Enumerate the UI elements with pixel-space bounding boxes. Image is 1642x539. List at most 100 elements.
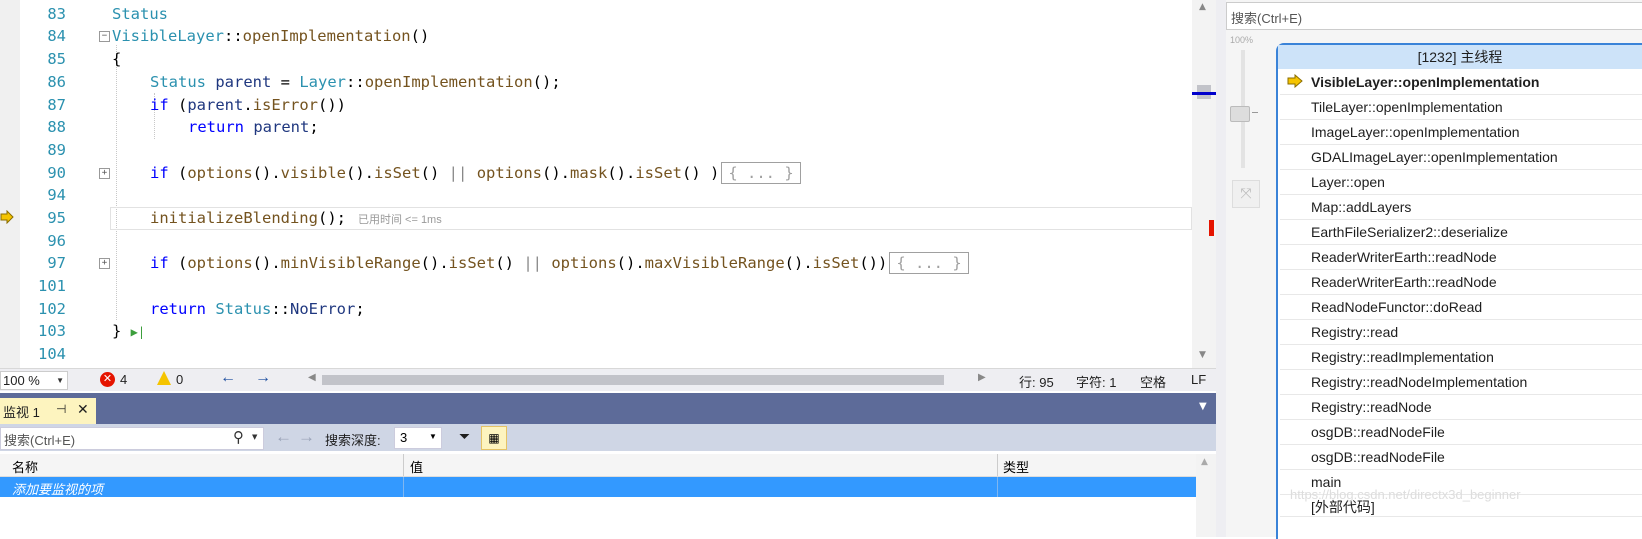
- previous-issue-arrow-icon[interactable]: ←: [220, 369, 236, 387]
- stack-frame[interactable]: osgDB::readNodeFile: [1280, 445, 1642, 470]
- line-number: 94: [47, 186, 66, 204]
- zoom-to-fit-icon[interactable]: ⤧: [1232, 180, 1260, 208]
- char-indicator[interactable]: 字符: 1: [1076, 372, 1116, 391]
- zoom-dropdown[interactable]: 100 % ▼: [0, 371, 68, 390]
- fold-expand-icon[interactable]: +: [99, 258, 110, 269]
- stack-frame[interactable]: EarthFileSerializer2::deserialize: [1280, 220, 1642, 245]
- stack-frame[interactable]: ReadNodeFunctor::doRead: [1280, 295, 1642, 320]
- line-number: 101: [38, 277, 66, 295]
- column-header-name[interactable]: 名称: [12, 457, 38, 476]
- code-line[interactable]: if (parent.isError()): [150, 94, 346, 117]
- code-line[interactable]: return parent;: [188, 116, 319, 139]
- line-number: 95: [47, 209, 66, 227]
- code-line[interactable]: Status parent = Layer::openImplementatio…: [150, 71, 561, 94]
- line-number: 96: [47, 232, 66, 250]
- error-marker[interactable]: [1209, 220, 1214, 236]
- search-back-arrow-icon[interactable]: ←: [275, 427, 292, 447]
- watch-empty-area[interactable]: [0, 497, 1196, 537]
- stack-frame[interactable]: Registry::readNode: [1280, 395, 1642, 420]
- stack-frame[interactable]: Registry::read: [1280, 320, 1642, 345]
- line-number: 90: [47, 164, 66, 182]
- watch-vertical-scrollbar[interactable]: ▲: [1196, 454, 1216, 537]
- zoom-slider[interactable]: 100% ⤧: [1230, 32, 1262, 232]
- panel-menu-chevron-icon[interactable]: ▼: [1199, 401, 1207, 412]
- close-icon[interactable]: ✕: [77, 401, 89, 418]
- column-divider: [403, 477, 404, 497]
- next-issue-arrow-icon[interactable]: →: [255, 369, 271, 387]
- code-line[interactable]: if (options().minVisibleRange().isSet() …: [150, 252, 969, 275]
- scroll-left-arrow-icon[interactable]: ◀: [308, 372, 316, 383]
- fold-expand-icon[interactable]: +: [99, 168, 110, 179]
- collapsed-block[interactable]: { ... }: [721, 162, 801, 184]
- fold-collapse-icon[interactable]: −: [99, 31, 110, 42]
- column-header-type[interactable]: 类型: [1003, 457, 1029, 476]
- stack-frame[interactable]: Registry::readNodeImplementation: [1280, 370, 1642, 395]
- search-icon[interactable]: ⚲: [233, 428, 244, 446]
- code-line[interactable]: Status: [112, 3, 168, 26]
- warning-count[interactable]: 0: [176, 372, 183, 387]
- column-header-value[interactable]: 值: [410, 457, 423, 476]
- search-depth-dropdown[interactable]: 3 ▼: [394, 427, 442, 449]
- code-line[interactable]: VisibleLayer::openImplementation(): [112, 25, 429, 48]
- caret-position-marker: [1192, 92, 1216, 95]
- stack-frame[interactable]: Layer::open: [1280, 170, 1642, 195]
- stack-frame[interactable]: ImageLayer::openImplementation: [1280, 120, 1642, 145]
- tab-watch-1[interactable]: 监视 1 ⊣ ✕: [0, 398, 96, 424]
- hex-display-toggle-icon[interactable]: ▦: [481, 426, 507, 450]
- code-editor[interactable]: 83 84 85 86 87 88 89 90 94 95 96 97 101 …: [0, 0, 1216, 368]
- stack-frame[interactable]: osgDB::readNodeFile: [1280, 420, 1642, 445]
- whitespace-indicator[interactable]: 空格: [1140, 372, 1166, 391]
- collapsed-block[interactable]: { ... }: [889, 252, 969, 274]
- line-number: 86: [47, 73, 66, 91]
- tab-label: 监视 1: [3, 405, 40, 420]
- column-divider[interactable]: [403, 454, 404, 476]
- function-name: openImplementation: [242, 27, 411, 45]
- pane-splitter[interactable]: [1216, 0, 1226, 537]
- scroll-up-arrow-icon[interactable]: ▲: [1201, 457, 1208, 467]
- editor-vertical-scrollbar[interactable]: ▲ ▼: [1192, 0, 1216, 368]
- horizontal-scrollbar-thumb[interactable]: [322, 375, 944, 385]
- error-count[interactable]: 4: [120, 372, 127, 387]
- glyph-margin[interactable]: [0, 0, 20, 368]
- perf-tip[interactable]: 已用时间 <= 1ms: [358, 214, 442, 226]
- zoom-thumb[interactable]: [1230, 106, 1250, 122]
- pin-icon[interactable]: ⊣: [56, 402, 66, 416]
- line-number: 84: [47, 27, 66, 45]
- stack-frame[interactable]: GDALImageLayer::openImplementation: [1280, 145, 1642, 170]
- stack-frame[interactable]: TileLayer::openImplementation: [1280, 95, 1642, 120]
- stack-frame[interactable]: ReaderWriterEarth::readNode: [1280, 270, 1642, 295]
- filter-icon[interactable]: ⏷: [459, 428, 470, 445]
- line-numbers: 83 84 85 86 87 88 89 90 94 95 96 97 101 …: [20, 0, 68, 368]
- run-to-click-icon[interactable]: ▶|: [131, 325, 145, 339]
- line-number: 104: [38, 345, 66, 363]
- line-indicator[interactable]: 行: 95: [1019, 372, 1054, 391]
- warning-icon[interactable]: [157, 371, 171, 385]
- line-ending-indicator[interactable]: LF: [1191, 372, 1206, 387]
- indent-guide: [116, 45, 117, 320]
- watch-panel-titlebar: ▼: [0, 393, 1216, 424]
- code-line[interactable]: if (options().visible().isSet() || optio…: [150, 162, 801, 185]
- code-line-current[interactable]: initializeBlending(); 已用时间 <= 1ms: [150, 207, 442, 232]
- stack-frame[interactable]: Registry::readImplementation: [1280, 345, 1642, 370]
- scroll-down-arrow-icon[interactable]: ▼: [1199, 350, 1206, 360]
- chevron-down-icon[interactable]: ▼: [252, 433, 257, 441]
- zoom-tick: [1252, 112, 1258, 113]
- scroll-up-arrow-icon[interactable]: ▲: [1199, 2, 1206, 12]
- stacks-search-input[interactable]: 搜索(Ctrl+E): [1226, 2, 1642, 30]
- code-line[interactable]: {: [112, 48, 121, 71]
- column-divider[interactable]: [997, 454, 998, 476]
- error-icon[interactable]: ✕: [100, 372, 115, 387]
- stack-frame-current[interactable]: VisibleLayer::openImplementation: [1280, 70, 1642, 95]
- search-forward-arrow-icon[interactable]: →: [298, 427, 315, 447]
- code-line[interactable]: return Status::NoError;: [150, 298, 365, 321]
- stack-frame[interactable]: Map::addLayers: [1280, 195, 1642, 220]
- code-line[interactable]: } ▶|: [112, 320, 145, 344]
- scroll-right-arrow-icon[interactable]: ▶: [978, 372, 986, 383]
- stack-frame[interactable]: ReaderWriterEarth::readNode: [1280, 245, 1642, 270]
- table-row-add-watch[interactable]: 添加要监视的项: [0, 477, 1196, 497]
- zoom-max-label: 100%: [1230, 35, 1254, 45]
- line-number: 87: [47, 96, 66, 114]
- add-watch-placeholder[interactable]: 添加要监视的项: [12, 479, 103, 498]
- search-depth-label: 搜索深度:: [325, 433, 381, 448]
- watch-search-input[interactable]: 搜索(Ctrl+E) ⚲ ▼: [0, 427, 264, 450]
